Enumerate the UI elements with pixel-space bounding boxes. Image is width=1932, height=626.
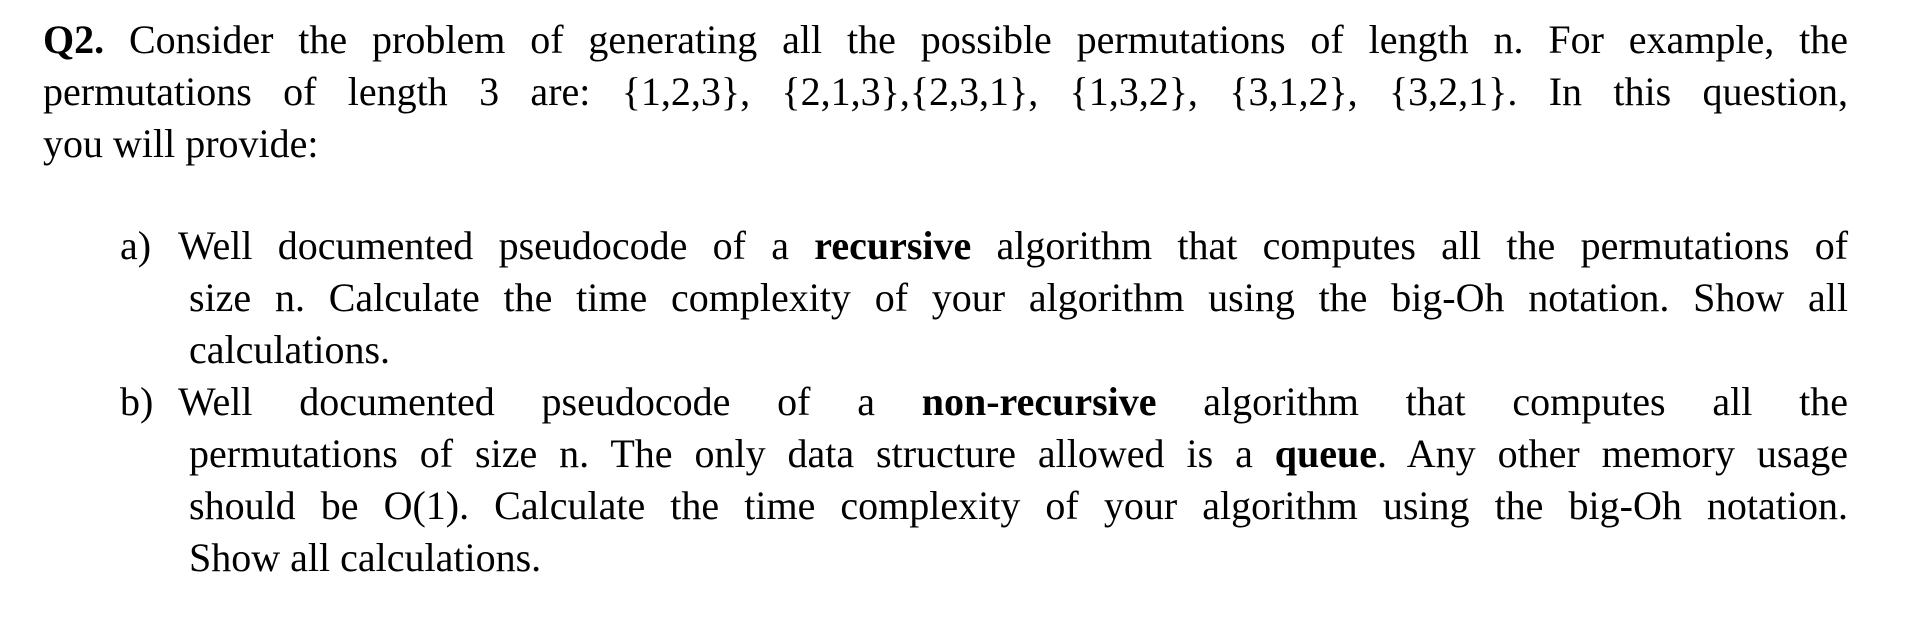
question-intro-line-1: Q2. Consider the problem of generating a… (43, 14, 1848, 66)
intro-text: you will provide: (43, 121, 319, 166)
question-intro-line-2: permutations of length 3 are: {1,2,3}, {… (43, 66, 1848, 118)
intro-text: Consider the problem of generating all t… (129, 17, 1848, 62)
part-marker: b) (120, 379, 154, 424)
part-text: Show all calculations. (189, 535, 542, 580)
emphasis-queue: queue (1274, 431, 1378, 476)
document-page: Q2. Consider the problem of generating a… (0, 0, 1932, 626)
part-text: Well documented pseudocode of a (178, 379, 922, 424)
part-b-line-1: Well documented pseudocode of a non-recu… (178, 376, 1848, 428)
part-text: should be O(1). Calculate the time compl… (189, 483, 1848, 528)
part-b-marker: b) (120, 376, 153, 428)
intro-text: permutations of length 3 are: {1,2,3}, {… (43, 69, 1848, 114)
part-text: Well documented pseudocode of a (178, 223, 815, 268)
part-text: . Any other memory usage (1377, 431, 1848, 476)
part-text: algorithm that computes all the permutat… (971, 223, 1849, 268)
part-text: algorithm that computes all the (1156, 379, 1848, 424)
question-intro-line-3: you will provide: (43, 118, 319, 170)
part-a-line-1: Well documented pseudocode of a recursiv… (178, 220, 1848, 272)
part-text: permutations of size n. The only data st… (189, 431, 1275, 476)
emphasis-recursive: recursive (814, 223, 972, 268)
emphasis-non-recursive: non-recursive (921, 379, 1157, 424)
part-b-line-2: permutations of size n. The only data st… (189, 428, 1848, 480)
part-text: calculations. (189, 327, 391, 372)
question-label: Q2. (43, 17, 105, 62)
part-a-line-2: size n. Calculate the time complexity of… (189, 272, 1848, 324)
part-a-line-3: calculations. (189, 324, 390, 376)
part-marker: a) (120, 223, 152, 268)
part-text: size n. Calculate the time complexity of… (189, 275, 1848, 320)
part-b-line-4: Show all calculations. (189, 532, 541, 584)
part-b-line-3: should be O(1). Calculate the time compl… (189, 480, 1848, 532)
part-a-marker: a) (120, 220, 151, 272)
